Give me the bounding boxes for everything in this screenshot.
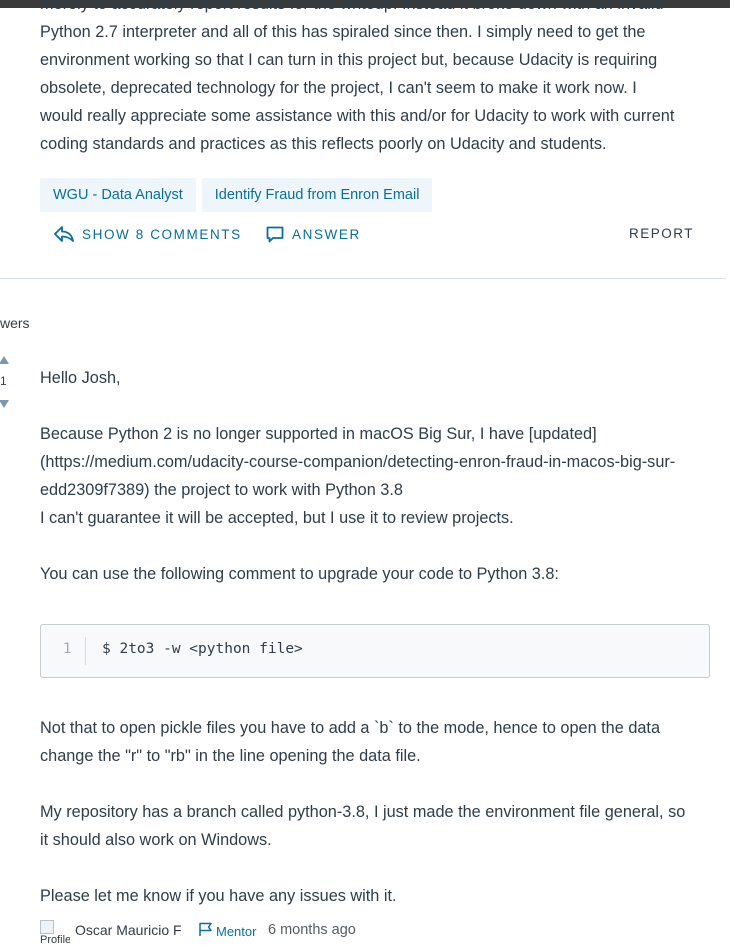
report-button[interactable]: REPORT bbox=[629, 226, 694, 241]
section-divider bbox=[0, 278, 726, 279]
tag-identify-fraud[interactable]: Identify Fraud from Enron Email bbox=[201, 178, 433, 212]
answer-button[interactable]: ANSWER bbox=[266, 226, 361, 243]
answer-author: Profile Oscar Mauricio F Mentor 6 months… bbox=[40, 918, 540, 945]
question-line: would really appreciate some assistance … bbox=[40, 107, 675, 125]
code-gutter-divider bbox=[85, 637, 86, 665]
answer-paragraph-2: You can use the following comment to upg… bbox=[40, 565, 559, 583]
upvote-arrow-icon[interactable] bbox=[0, 356, 9, 364]
tag-list: WGU - Data Analyst Identify Fraud from E… bbox=[40, 178, 433, 212]
answer-line: it should also work on Windows. bbox=[40, 831, 272, 849]
question-line: Python 2.7 interpreter and all of this h… bbox=[40, 23, 646, 41]
code-block[interactable]: 1 $ 2to3 -w <python file> bbox=[40, 624, 710, 678]
downvote-arrow-icon[interactable] bbox=[0, 400, 9, 408]
answer-line: My repository has a branch called python… bbox=[40, 803, 686, 821]
answer-paragraph-3: Not that to open pickle files you have t… bbox=[40, 714, 720, 770]
question-line: coding standards and practices as this r… bbox=[40, 135, 607, 153]
answer-timestamp: 6 months ago bbox=[268, 922, 356, 938]
answer-paragraph-4: My repository has a branch called python… bbox=[40, 798, 720, 854]
avatar-alt-text: Profile bbox=[40, 934, 70, 945]
code-line-number: 1 bbox=[63, 641, 72, 657]
top-bar-gap bbox=[730, 0, 744, 10]
question-line: obsolete, deprecated technology for the … bbox=[40, 79, 637, 97]
question-line-clipped: merely to accurately report results for … bbox=[40, 0, 664, 13]
answer-greeting: Hello Josh, bbox=[40, 369, 121, 387]
answer-line: (https://medium.com/udacity-course-compa… bbox=[40, 453, 676, 471]
tag-wgu-data-analyst[interactable]: WGU - Data Analyst bbox=[40, 178, 196, 212]
code-text: $ 2to3 -w <python file> bbox=[102, 641, 303, 657]
broken-image-icon bbox=[40, 920, 54, 934]
answers-heading: wers bbox=[0, 315, 30, 331]
answer-line: edd2309f7389) the project to work with P… bbox=[40, 481, 403, 499]
author-name[interactable]: Oscar Mauricio F bbox=[75, 922, 182, 938]
avatar[interactable]: Profile bbox=[40, 920, 70, 945]
flag-icon bbox=[198, 922, 213, 940]
answer-line: change the "r" to "rb" in the line openi… bbox=[40, 747, 421, 765]
comment-bubble-icon bbox=[266, 226, 284, 243]
answer-paragraph-5: Please let me know if you have any issue… bbox=[40, 887, 397, 905]
question-actions: SHOW 8 COMMENTS ANSWER REPORT bbox=[40, 226, 700, 252]
question-body: merely to accurately report results for … bbox=[40, 0, 720, 158]
answer-label: ANSWER bbox=[292, 227, 361, 242]
vote-count: 1 bbox=[0, 374, 7, 388]
answer-line: Not that to open pickle files you have t… bbox=[40, 719, 661, 737]
answer-line: Because Python 2 is no longer supported … bbox=[40, 425, 597, 443]
answer-paragraph-1: Because Python 2 is no longer supported … bbox=[40, 420, 720, 532]
show-comments-label: SHOW 8 COMMENTS bbox=[82, 226, 242, 242]
mentor-badge-label: Mentor bbox=[216, 923, 257, 939]
answer-line: I can't guarantee it will be accepted, b… bbox=[40, 509, 514, 527]
reply-arrow-icon bbox=[54, 226, 74, 242]
question-line: environment working so that I can turn i… bbox=[40, 51, 658, 69]
mentor-badge: Mentor bbox=[198, 922, 256, 940]
show-comments-button[interactable]: SHOW 8 COMMENTS bbox=[54, 226, 242, 242]
